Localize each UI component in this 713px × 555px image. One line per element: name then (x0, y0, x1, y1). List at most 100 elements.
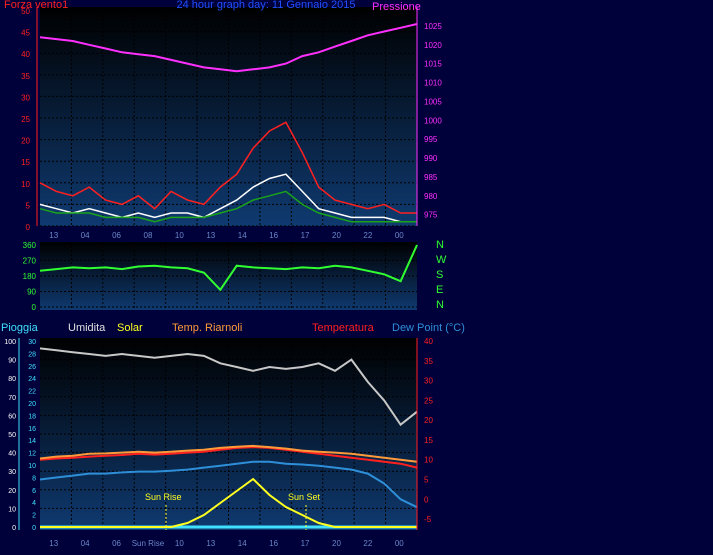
pressure-tick-label: 995 (424, 135, 438, 144)
temp-tick-label: -5 (424, 515, 432, 524)
direction-tick-label: 270 (23, 257, 37, 266)
x-tick-label: 00 (395, 539, 404, 548)
solar-header: Solar (117, 322, 143, 334)
compass-label: E (436, 284, 443, 296)
x-tick-label: 10 (175, 539, 184, 548)
rain-tick-label: 20 (8, 488, 16, 495)
humidity-tick-label: 16 (28, 426, 36, 433)
wind-tick-label: 5 (26, 201, 31, 210)
rain-tick-label: 40 (8, 451, 16, 458)
pressure-tick-label: 1000 (424, 116, 442, 125)
wind-tick-label: 35 (21, 72, 30, 81)
x-tick-label: 17 (301, 539, 310, 548)
compass-label: S (436, 269, 443, 281)
temp-tick-label: 35 (424, 357, 433, 366)
wind-tick-label: 0 (26, 223, 31, 232)
sun-rise-annotation: Sun Rise (145, 492, 182, 502)
rain-tick-label: 70 (8, 395, 16, 402)
x-tick-label: 20 (332, 539, 341, 548)
wind-tick-label: 45 (21, 29, 30, 38)
temp-tick-label: 30 (424, 377, 433, 386)
wind-tick-label: 40 (21, 50, 30, 59)
x-tick-label: 16 (269, 539, 278, 548)
wind-tick-label: 25 (21, 115, 30, 124)
temp-tick-label: 15 (424, 436, 433, 445)
humidity-tick-label: 10 (28, 463, 36, 470)
x-tick-label: 06 (112, 539, 121, 548)
pressure-tick-label: 975 (424, 211, 438, 220)
x-tick-label: 04 (81, 539, 90, 548)
temp-tick-label: 10 (424, 456, 433, 465)
x-tick-label: 14 (238, 539, 247, 548)
pressure-tick-label: 1020 (424, 41, 442, 50)
rain-tick-label: 90 (8, 358, 16, 365)
humidity-header: Umidita (68, 322, 106, 334)
x-tick-label: 14 (238, 231, 247, 240)
humidity-tick-label: 22 (28, 389, 36, 396)
direction-tick-label: 90 (27, 288, 36, 297)
wind-axis-header: Forza vento1 (4, 0, 68, 11)
pressure-axis-header: Pressione (372, 1, 421, 13)
pressure-tick-label: 980 (424, 192, 438, 201)
direction-tick-label: 360 (23, 241, 37, 250)
compass-label: N (436, 239, 444, 251)
pressure-tick-label: 985 (424, 173, 438, 182)
compass-label: N (436, 299, 444, 311)
wind-tick-label: 20 (21, 137, 30, 146)
x-tick-label: 22 (363, 231, 372, 240)
direction-tick-label: 180 (23, 272, 37, 281)
pressure-tick-label: 990 (424, 154, 438, 163)
x-tick-label: 04 (81, 231, 90, 240)
temperature-header: Temperatura (312, 322, 375, 334)
humidity-tick-label: 18 (28, 413, 36, 420)
humidity-tick-label: 12 (28, 451, 36, 458)
x-tick-label: 20 (332, 231, 341, 240)
x-tick-label: 13 (206, 539, 215, 548)
humidity-tick-label: 4 (32, 500, 36, 507)
direction-tick-label: 0 (32, 303, 37, 312)
temp-tick-label: 5 (424, 476, 429, 485)
wind-tick-label: 10 (21, 180, 30, 189)
roof-temp-header: Temp. Riarnoli (172, 322, 242, 334)
pressure-tick-label: 1015 (424, 60, 442, 69)
humidity-tick-label: 14 (28, 438, 36, 445)
x-tick-label: 06 (112, 231, 121, 240)
humidity-tick-label: 20 (28, 401, 36, 408)
sun-set-annotation: Sun Set (288, 492, 321, 502)
weather-chart: 0510152025303540455097598098599099510001… (1, 0, 465, 548)
x-tick-label: 17 (301, 231, 310, 240)
rain-tick-label: 80 (8, 376, 16, 383)
humidity-tick-label: 2 (32, 513, 36, 520)
rain-tick-label: 60 (8, 413, 16, 420)
temp-tick-label: 25 (424, 396, 433, 405)
rain-header: Pioggia (1, 322, 39, 334)
x-tick-label: 16 (269, 231, 278, 240)
temp-tick-label: 40 (424, 337, 433, 346)
rain-tick-label: 10 (8, 506, 16, 513)
humidity-tick-label: 28 (28, 351, 36, 358)
temp-tick-label: 0 (424, 495, 429, 504)
rain-tick-label: 30 (8, 469, 16, 476)
humidity-tick-label: 26 (28, 364, 36, 371)
humidity-tick-label: 0 (32, 525, 36, 532)
chart-title: 24 hour graph day: 11 Gennaio 2015 (177, 0, 356, 11)
rain-tick-label: 100 (4, 339, 16, 346)
compass-label: W (436, 254, 447, 266)
x-tick-label: 13 (49, 539, 58, 548)
pressure-tick-label: 1005 (424, 97, 442, 106)
humidity-tick-label: 30 (28, 339, 36, 346)
x-tick-label: 22 (363, 539, 372, 548)
wind-tick-label: 15 (21, 158, 30, 167)
x-tick-label: 13 (206, 231, 215, 240)
dew-point-header: Dew Point (°C) (392, 322, 465, 334)
humidity-tick-label: 24 (28, 376, 36, 383)
rain-tick-label: 0 (12, 525, 16, 532)
temp-tick-label: 20 (424, 416, 433, 425)
pressure-tick-label: 1025 (424, 22, 442, 31)
humidity-tick-label: 8 (32, 475, 36, 482)
humidity-tick-label: 6 (32, 488, 36, 495)
wind-tick-label: 30 (21, 93, 30, 102)
x-tick-label: 00 (395, 231, 404, 240)
x-tick-label: Sun Rise (132, 539, 165, 548)
x-tick-label: 13 (49, 231, 58, 240)
